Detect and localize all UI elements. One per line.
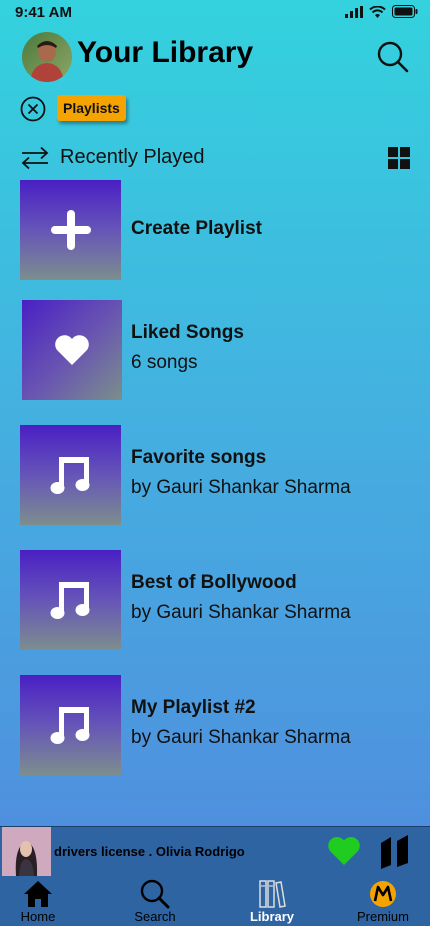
nav-search[interactable]: Search <box>115 876 195 926</box>
like-button[interactable] <box>327 835 361 867</box>
nav-label: Library <box>249 909 295 924</box>
library-icon <box>259 880 286 908</box>
item-name: Best of Bollywood <box>131 572 297 593</box>
item-subtitle: 6 songs <box>131 352 198 373</box>
album-cover <box>2 827 51 876</box>
item-subtitle: by Gauri Shankar Sharma <box>131 477 351 498</box>
pause-icon <box>381 835 408 869</box>
item-subtitle: by Gauri Shankar Sharma <box>131 602 351 623</box>
plus-icon <box>50 210 91 250</box>
now-playing-track: drivers license . Olivia Rodrigo <box>54 844 245 859</box>
nav-premium[interactable]: Premium <box>343 876 423 926</box>
filter-row: Playlists <box>0 94 430 126</box>
search-icon <box>140 879 170 909</box>
page-title: Your Library <box>77 36 254 69</box>
grid-view-icon[interactable] <box>388 147 410 169</box>
signal-icon <box>345 5 363 18</box>
search-button[interactable] <box>376 40 410 74</box>
nav-library[interactable]: Library <box>232 876 312 926</box>
nav-label: Search <box>134 909 176 924</box>
clear-filter-button[interactable] <box>20 96 46 122</box>
sort-button[interactable] <box>20 146 50 170</box>
heart-icon <box>55 335 89 365</box>
item-name: Favorite songs <box>131 447 267 468</box>
list-item-my-playlist-2[interactable]: My Playlist #2 by Gauri Shankar Sharma <box>20 675 420 775</box>
music-note-icon <box>50 707 89 744</box>
item-name: Create Playlist <box>131 218 262 239</box>
grid-cell <box>400 147 410 157</box>
music-note-icon <box>50 582 89 619</box>
nav-label: Home <box>20 909 56 924</box>
item-thumbnail <box>22 300 122 400</box>
user-avatar-icon <box>22 32 72 82</box>
battery-icon <box>392 5 418 18</box>
list-item-best-of-bollywood[interactable]: Best of Bollywood by Gauri Shankar Sharm… <box>20 550 420 650</box>
heart-filled-icon <box>328 837 360 865</box>
sort-row: Recently Played <box>0 142 430 174</box>
grid-cell <box>400 159 410 169</box>
avatar[interactable] <box>22 32 72 82</box>
item-thumbnail <box>20 675 121 775</box>
bottom-navigation: Home Search Library Premium <box>0 876 430 926</box>
status-bar: 9:41 AM <box>0 0 430 26</box>
grid-cell <box>388 159 398 169</box>
playlists-filter-chip[interactable]: Playlists <box>57 95 126 121</box>
list-item-favorite-songs[interactable]: Favorite songs by Gauri Shankar Sharma <box>20 425 420 525</box>
wifi-icon <box>369 5 386 18</box>
premium-logo-icon <box>370 881 396 907</box>
grid-cell <box>388 147 398 157</box>
list-item-create-playlist[interactable]: Create Playlist <box>20 180 420 280</box>
music-note-icon <box>50 457 89 494</box>
item-thumbnail <box>20 425 121 525</box>
item-subtitle: by Gauri Shankar Sharma <box>131 727 351 748</box>
item-thumbnail <box>20 180 121 280</box>
list-item-liked-songs[interactable]: Liked Songs 6 songs <box>20 300 420 400</box>
close-circle-icon <box>20 96 46 122</box>
home-icon <box>24 881 52 907</box>
item-name: My Playlist #2 <box>131 697 256 718</box>
search-icon <box>377 41 409 73</box>
item-thumbnail <box>20 550 121 650</box>
item-name: Liked Songs <box>131 322 244 343</box>
nav-label: Premium <box>356 909 409 924</box>
now-playing-bar[interactable]: drivers license . Olivia Rodrigo <box>0 826 430 876</box>
swap-arrows-icon <box>21 146 49 170</box>
sort-label[interactable]: Recently Played <box>60 146 205 169</box>
pause-button[interactable] <box>378 835 412 869</box>
library-header: Your Library <box>0 30 430 86</box>
album-art-image <box>2 827 51 876</box>
status-icons <box>345 5 418 18</box>
nav-home[interactable]: Home <box>0 876 78 926</box>
status-time: 9:41 AM <box>15 4 72 21</box>
